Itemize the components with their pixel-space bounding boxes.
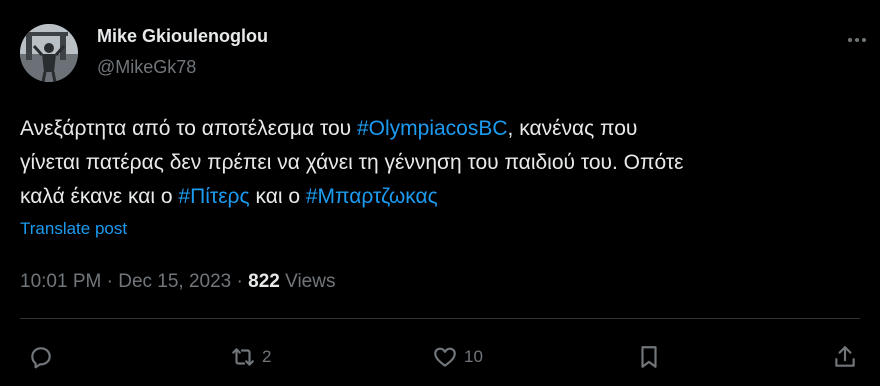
- like-count: 10: [464, 347, 483, 366]
- tweet-text-line: Ανεξάρτητα από το αποτέλεσμα του #Olympi…: [20, 112, 865, 146]
- bookmark-button[interactable]: [636, 340, 662, 374]
- repost-count: 2: [262, 347, 272, 366]
- translate-post-link[interactable]: Translate post: [20, 219, 127, 239]
- bookmark-icon: [641, 346, 657, 368]
- tweet-text-line: καλά έκανε και ο #Πίτερς και ο #Μπαρτζωκ…: [20, 180, 865, 214]
- share-icon: [835, 346, 855, 367]
- share-button[interactable]: [832, 340, 858, 374]
- views-count: 822: [248, 271, 280, 292]
- tweet-time[interactable]: 10:01 PM: [20, 271, 101, 292]
- tweet-date[interactable]: Dec 15, 2023: [118, 271, 231, 292]
- author-handle[interactable]: @MikeGk78: [97, 57, 196, 78]
- tweet-text: Ανεξάρτητα από το αποτέλεσμα του #Olympi…: [20, 112, 865, 214]
- meta-separator: ·: [236, 271, 243, 292]
- views-label: Views: [285, 271, 336, 292]
- tweet-text-segment: και ο: [249, 185, 306, 208]
- hashtag-link[interactable]: #Μπαρτζωκας: [306, 185, 438, 208]
- tweet-text-line: γίνεται πατέρας δεν πρέπει να χάνει τη γ…: [20, 146, 865, 180]
- repost-button[interactable]: 2: [230, 340, 271, 374]
- meta-separator: ·: [106, 271, 113, 292]
- like-icon: [434, 347, 456, 367]
- repost-icon: [232, 348, 254, 366]
- tweet-meta: 10:01 PM · Dec 15, 2023 · 822 Views: [20, 271, 335, 293]
- reply-icon: [31, 347, 51, 369]
- tweet-text-segment: γίνεται πατέρας δεν πρέπει να χάνει τη γ…: [20, 151, 684, 174]
- hashtag-link[interactable]: #Πίτερς: [178, 185, 249, 208]
- tweet-text-segment: , κανένας που: [507, 117, 638, 140]
- more-icon[interactable]: [842, 30, 872, 50]
- divider: [20, 318, 860, 319]
- tweet-text-segment: Ανεξάρτητα από το αποτέλεσμα του: [20, 117, 357, 140]
- author-name[interactable]: Mike Gkioulenoglou: [97, 26, 268, 47]
- avatar[interactable]: [20, 24, 78, 82]
- like-button[interactable]: 10: [432, 340, 483, 374]
- reply-button[interactable]: [28, 340, 60, 374]
- tweet: Mike Gkioulenoglou @MikeGk78 Ανεξάρτητα …: [0, 0, 880, 386]
- tweet-text-segment: καλά έκανε και ο: [20, 185, 179, 208]
- hashtag-link[interactable]: #OlympiacosBC: [357, 117, 508, 140]
